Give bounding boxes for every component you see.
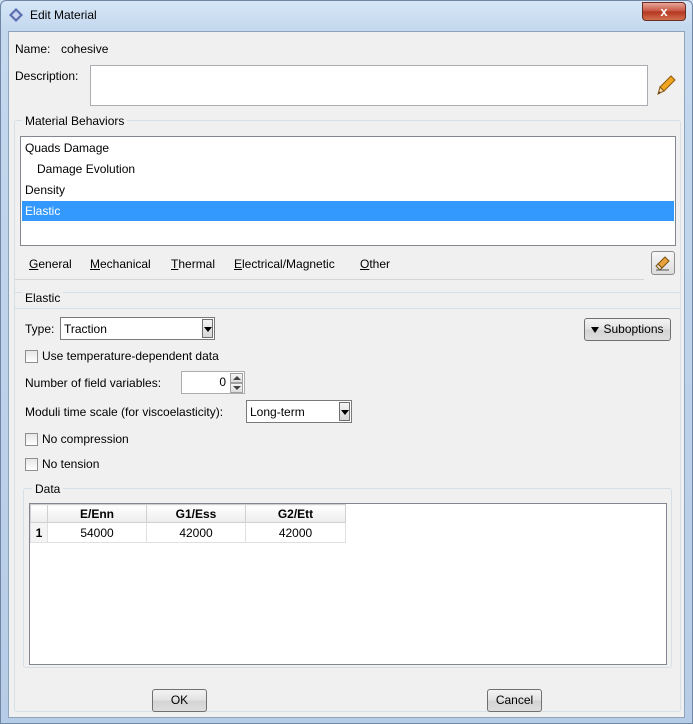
cancel-button[interactable]: Cancel: [487, 689, 542, 712]
behavior-quads-damage[interactable]: Quads Damage: [22, 138, 674, 158]
eraser-button[interactable]: [651, 251, 675, 275]
description-field[interactable]: [90, 65, 648, 106]
title-bar: Edit Material x: [1, 1, 692, 29]
column-header-g2-ett[interactable]: G2/Ett: [245, 504, 346, 523]
triangle-down-icon: [591, 326, 600, 333]
behaviors-list[interactable]: Quads Damage Damage Evolution Density El…: [20, 136, 676, 246]
table-row: 1 54000 42000 42000: [30, 522, 346, 543]
description-label: Description:: [15, 69, 79, 83]
no-tension-label: No tension: [42, 457, 100, 471]
edit-material-window: Edit Material x Name: cohesive Descripti…: [0, 0, 693, 724]
moduli-select[interactable]: Long-term: [246, 400, 352, 423]
table-cell[interactable]: 42000: [245, 522, 346, 543]
no-compression-label: No compression: [42, 432, 129, 446]
field-vars-value: 0: [219, 375, 226, 389]
material-behaviors-title: Material Behaviors: [22, 114, 128, 128]
dialog-client-area: Name: cohesive Description: Material Beh…: [8, 31, 685, 718]
suboptions-button[interactable]: Suboptions: [584, 318, 671, 341]
spin-down-icon[interactable]: [230, 383, 243, 393]
data-table-area[interactable]: E/Enn G1/Ess G2/Ett 1 54000 42000 42000: [29, 503, 667, 665]
table-header-row: E/Enn G1/Ess G2/Ett: [30, 504, 346, 523]
data-table[interactable]: E/Enn G1/Ess G2/Ett 1 54000 42000 42000: [30, 504, 346, 543]
name-label: Name:: [15, 42, 51, 56]
field-vars-label: Number of field variables:: [25, 376, 162, 390]
moduli-label: Moduli time scale (for viscoelasticity):: [25, 405, 224, 419]
no-compression-checkbox[interactable]: [25, 433, 38, 446]
row-number-header: [30, 504, 48, 523]
name-value: cohesive: [61, 42, 109, 56]
data-group-title: Data: [32, 482, 64, 496]
column-header-e-enn[interactable]: E/Enn: [47, 504, 147, 523]
menu-other[interactable]: Other: [360, 257, 390, 271]
table-cell[interactable]: 54000: [47, 522, 147, 543]
menu-electrical-magnetic[interactable]: Electrical/Magnetic: [234, 257, 335, 271]
chevron-down-icon: [202, 319, 213, 338]
temp-dependent-checkbox[interactable]: [25, 350, 38, 363]
temp-dependent-label: Use temperature-dependent data: [42, 349, 219, 363]
menu-separator: [15, 279, 644, 280]
column-header-g1-ess[interactable]: G1/Ess: [146, 504, 246, 523]
eraser-icon: [655, 256, 670, 271]
type-select-value: Traction: [64, 322, 107, 336]
moduli-select-value: Long-term: [250, 405, 305, 419]
close-button[interactable]: x: [642, 2, 686, 21]
elastic-group-title: Elastic: [22, 291, 64, 305]
field-vars-stepper[interactable]: 0: [181, 371, 245, 394]
behavior-damage-evolution[interactable]: Damage Evolution: [22, 159, 674, 179]
close-icon: x: [660, 4, 668, 19]
type-label: Type:: [25, 322, 55, 336]
row-number: 1: [30, 522, 48, 543]
table-cell[interactable]: 42000: [146, 522, 246, 543]
chevron-down-icon: [339, 402, 350, 421]
spin-up-icon[interactable]: [230, 373, 243, 383]
menu-thermal[interactable]: Thermal: [171, 257, 215, 271]
pencil-icon[interactable]: [657, 74, 677, 96]
behavior-elastic[interactable]: Elastic: [22, 201, 674, 221]
app-icon: [9, 8, 23, 22]
menu-mechanical[interactable]: Mechanical: [90, 257, 151, 271]
ok-button[interactable]: OK: [152, 689, 207, 712]
menu-general[interactable]: General: [29, 257, 72, 271]
behavior-density[interactable]: Density: [22, 180, 674, 200]
type-select[interactable]: Traction: [60, 317, 215, 340]
no-tension-checkbox[interactable]: [25, 458, 38, 471]
window-title: Edit Material: [30, 8, 97, 22]
